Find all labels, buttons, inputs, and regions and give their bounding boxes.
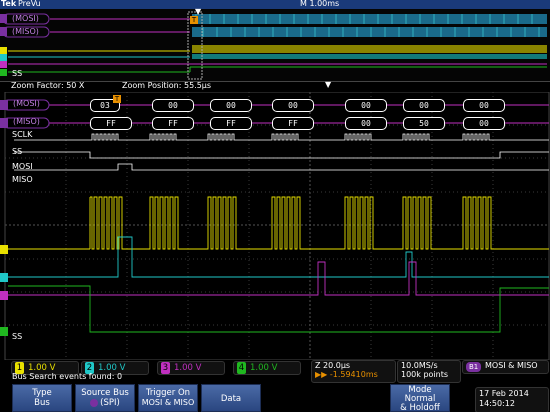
- record-length: 100k points: [401, 370, 449, 379]
- type-value: Bus: [34, 398, 50, 408]
- overview-mosi-label: (MOSI): [12, 14, 39, 23]
- mode-button[interactable]: Mode Normal & Holdoff: [390, 384, 450, 412]
- bus-trigger-source: MOSI & MISO: [485, 361, 538, 370]
- source-bus-label: Source Bus: [81, 388, 129, 398]
- ch3-scale-value: 1.00 V: [174, 363, 202, 373]
- trigger-readout[interactable]: B1 MOSI & MISO: [462, 360, 549, 374]
- zoom-info-bar: Zoom Factor: 50 X Zoom Position: 55.5µs …: [0, 80, 550, 91]
- overview-waveforms: [0, 11, 547, 80]
- trigger-on-value: MOSI & MISO: [141, 398, 195, 407]
- ss-analog-label: SS: [12, 332, 23, 341]
- acquisition-mode: PreVu: [18, 0, 41, 8]
- overview-trigger-marker: T: [190, 16, 198, 24]
- trigger-on-label: Trigger On: [145, 388, 191, 398]
- zoom-time-scale: Z 20.0µs: [315, 361, 351, 370]
- sample-rate: 10.0MS/s: [401, 361, 438, 370]
- zoom-factor: Zoom Factor: 50 X: [11, 81, 85, 90]
- source-bus-value: (SPI): [100, 398, 120, 408]
- type-label: Type: [32, 388, 52, 398]
- bottom-menu: Type Bus Source Bus (SPI) Trigger On MOS…: [0, 384, 550, 412]
- bus-search-status: Bus Search events found: 0: [12, 372, 123, 381]
- header-bar: Tek PreVu M 1.00ms: [0, 0, 550, 9]
- trigger-on-button[interactable]: Trigger On MOSI & MISO: [138, 384, 198, 412]
- brand-logo: Tek: [1, 0, 17, 8]
- overview-ss-label: SS: [12, 69, 23, 78]
- data-label: Data: [220, 394, 242, 404]
- source-bus-badge-icon: [90, 398, 99, 407]
- ch3-scale[interactable]: 3 1.00 V: [157, 361, 225, 375]
- status-bar: 1 1.00 V 2 1.00 V 3 1.00 V 4 1.00 V Bus Sear…: [0, 360, 550, 383]
- overview-panel: (MOSI) (MISO) SS T ▼: [0, 7, 550, 82]
- data-button[interactable]: Data: [201, 384, 261, 412]
- trigger-position: ▶▶ -1.59410ms: [315, 370, 378, 379]
- zoom-graticule: (MOSI) (MISO) 03 00 00 00 00 00 00 FF FF…: [0, 92, 550, 360]
- oscilloscope-screen: Tek PreVu M 1.00ms (MOSI) (MISO) SS T ▼ …: [0, 0, 550, 412]
- mode-value-holdoff: & Holdoff: [400, 403, 440, 412]
- time: 14:50:12: [479, 399, 515, 408]
- type-button[interactable]: Type Bus: [12, 384, 72, 412]
- acquisition-readout[interactable]: 10.0MS/s 100k points: [397, 360, 461, 383]
- zoom-trigger-arrow-icon: ▼: [325, 80, 332, 89]
- zoom-position: Zoom Position: 55.5µs: [122, 81, 212, 90]
- ch4-scale-value: 1.00 V: [250, 363, 278, 373]
- datetime: 17 Feb 2014 14:50:12: [475, 387, 549, 412]
- overview-miso-label: (MISO): [12, 27, 39, 36]
- horizontal-readout[interactable]: Z 20.0µs ▶▶ -1.59410ms: [311, 360, 396, 383]
- bus-badge: B1: [466, 362, 482, 372]
- source-bus-button[interactable]: Source Bus (SPI): [75, 384, 135, 412]
- analog-traces: [0, 100, 549, 336]
- date: 17 Feb 2014: [479, 389, 529, 398]
- ch4-scale[interactable]: 4 1.00 V: [233, 361, 301, 375]
- overview-trigger-position-icon[interactable]: ▼: [195, 7, 201, 16]
- timebase-readout: M 1.00ms: [300, 0, 340, 8]
